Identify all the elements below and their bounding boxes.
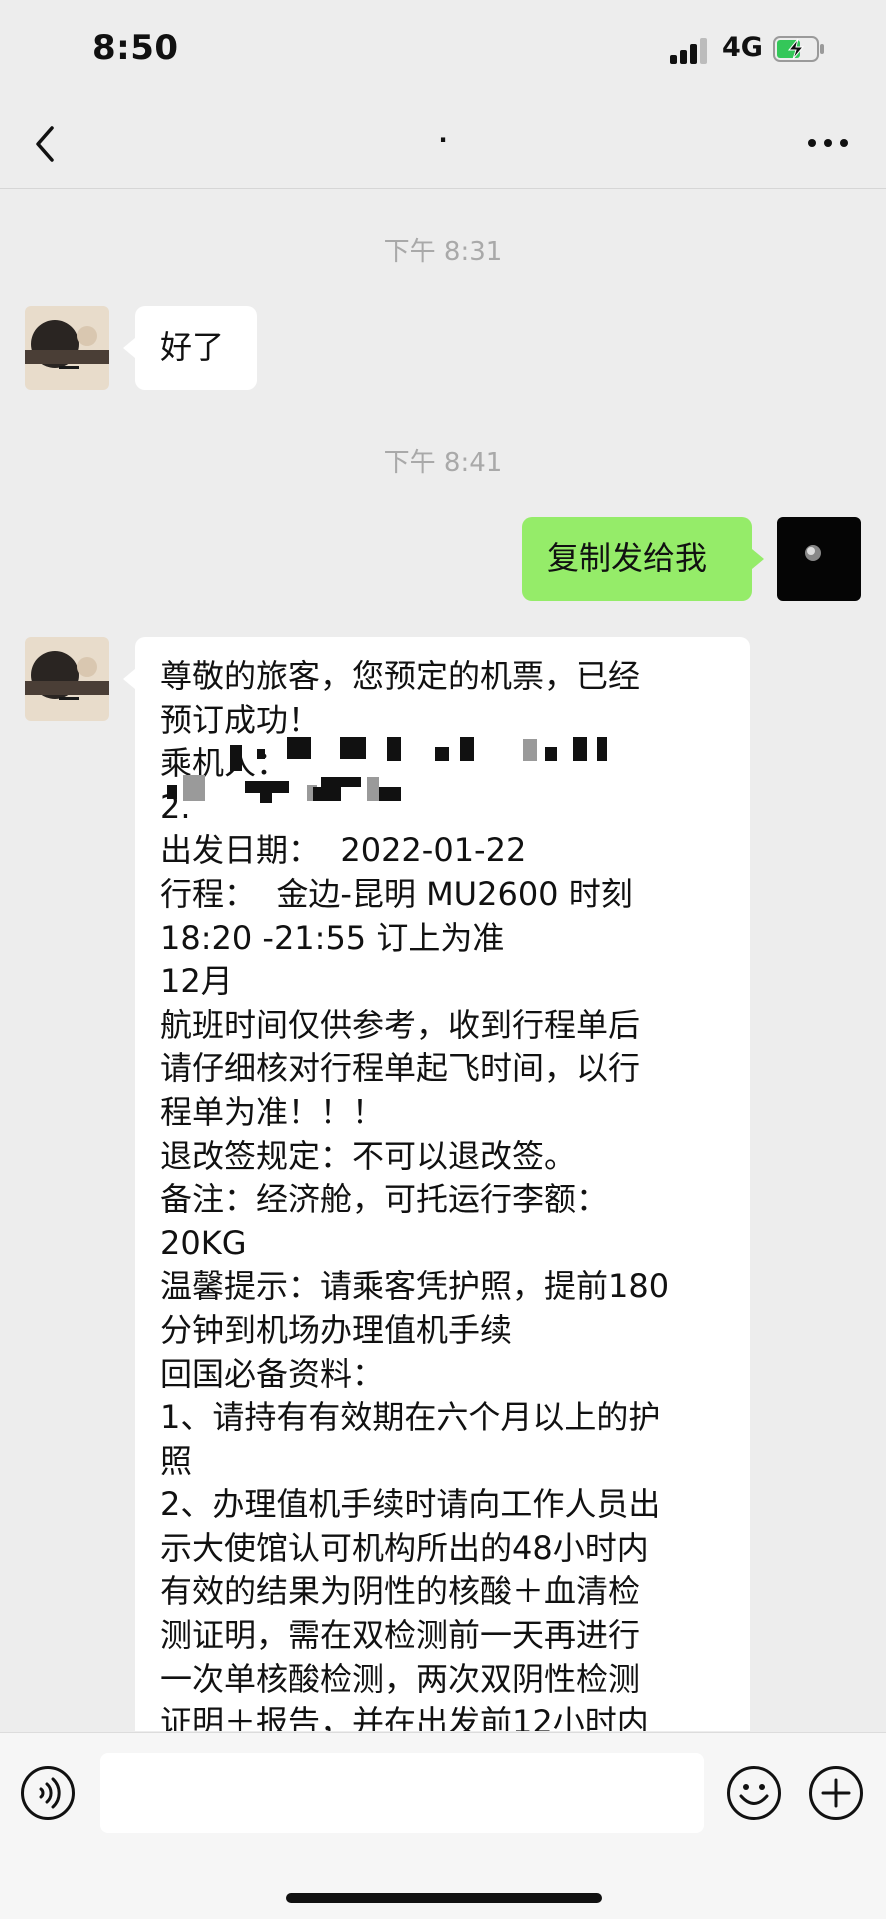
timestamp: 下午 8:31: [383, 237, 503, 267]
status-bar: 8:50 4G: [0, 0, 886, 100]
message-line: 出发日期： 2022-01-22: [160, 831, 527, 870]
message-bubble[interactable]: 尊敬的旅客，您预定的机票，已经 预订成功！ 乘机人： 2. 出发日期： 2022…: [135, 637, 750, 1731]
chat-title: ·: [438, 126, 448, 154]
chat-area[interactable]: 下午 8:31 好了 下午 8:41 复制发给我 尊敬的旅客，您预定的机票，已经…: [0, 189, 886, 1731]
message-line: 示大使馆认可机构所出的48小时内: [160, 1528, 649, 1567]
contact-avatar[interactable]: [25, 306, 109, 390]
message-line: 回国必备资料：: [160, 1354, 385, 1393]
message-line: 照: [160, 1441, 193, 1480]
contact-avatar[interactable]: [25, 637, 109, 721]
message-line: 温馨提示：请乘客凭护照，提前180: [160, 1267, 670, 1306]
message-line: 尊敬的旅客，您预定的机票，已经: [160, 657, 641, 695]
message-input[interactable]: [100, 1753, 704, 1833]
message-line: 1、请持有有效期在六个月以上的护: [160, 1398, 661, 1437]
message-line: 20KG: [160, 1223, 247, 1262]
network-label: 4G: [722, 32, 763, 63]
message-bubble-outgoing[interactable]: 复制发给我: [522, 517, 752, 601]
input-bar: [0, 1732, 886, 1919]
message-line: 12月: [160, 962, 233, 1001]
message-line: 18:20 -21:55 订上为准: [160, 918, 505, 957]
message-line: 备注：经济舱，可托运行李额：: [160, 1180, 609, 1219]
message-line: 分钟到机场办理值机手续: [160, 1310, 513, 1349]
message-line: 预订成功！: [160, 700, 321, 739]
bubble-tail: [752, 549, 764, 569]
battery-icon: [773, 36, 824, 62]
plus-icon[interactable]: [808, 1765, 864, 1821]
message-line: 测证明，需在双检测前一天再进行: [160, 1616, 641, 1655]
message-text: 好了: [160, 328, 225, 366]
message-bubble[interactable]: 好了: [135, 306, 257, 390]
message-line: 程单为准！！！: [160, 1092, 385, 1131]
message-line: 请仔细核对行程单起飞时间，以行: [160, 1049, 641, 1088]
voice-icon[interactable]: [20, 1765, 76, 1821]
message-line: 退改签规定：不可以退改签。: [160, 1136, 577, 1175]
message-text: 复制发给我: [547, 539, 708, 577]
message-line: 一次单核酸检测，两次双阴性检测: [160, 1659, 641, 1698]
bubble-tail: [123, 669, 135, 689]
message-text: 尊敬的旅客，您预定的机票，已经 预订成功！ 乘机人： 2. 出发日期： 2022…: [160, 655, 725, 1731]
more-dots-icon[interactable]: [806, 130, 850, 156]
message-line: 行程： 金边-昆明 MU2600 时刻: [160, 874, 633, 913]
message-line: 有效的结果为阴性的核酸＋血清检: [160, 1572, 641, 1611]
emoji-icon[interactable]: [726, 1765, 782, 1821]
message-line: 证明＋报告，并在出发前12小时内: [160, 1703, 649, 1731]
home-indicator: [286, 1893, 602, 1903]
bubble-tail: [123, 338, 135, 358]
message-line: 航班时间仅供参考，收到行程单后: [160, 1005, 641, 1044]
timestamp: 下午 8:41: [383, 448, 503, 478]
nav-bar: ·: [0, 100, 886, 189]
signal-icon: [670, 36, 714, 64]
status-time: 8:50: [92, 28, 179, 68]
my-avatar[interactable]: [777, 517, 861, 601]
message-line: 2、办理值机手续时请向工作人员出: [160, 1485, 661, 1524]
